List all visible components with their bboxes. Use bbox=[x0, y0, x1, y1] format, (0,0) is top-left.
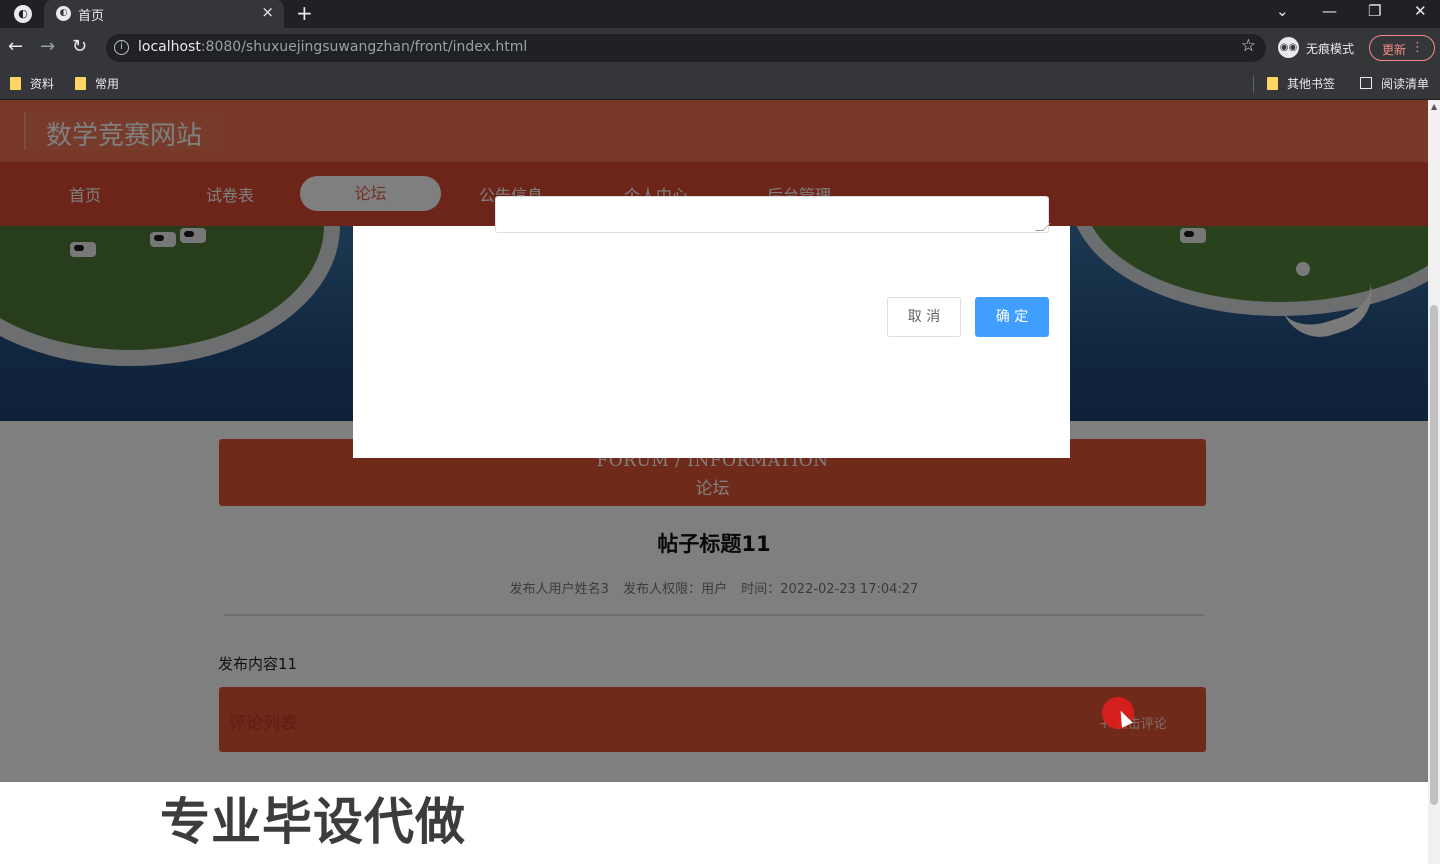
minimize-icon[interactable]: — bbox=[1322, 2, 1337, 20]
web-page: 数学竞赛网站 首页 试卷表 论坛 公告信息 个人中心 后台管理 FORUM / … bbox=[0, 100, 1428, 864]
tab-title: 首页 bbox=[78, 9, 105, 24]
more-vertical-icon: ⋮ bbox=[1411, 40, 1424, 55]
browser-tab-bar: ◐ ◐ 首页 × + ⌄ — ❐ ✕ bbox=[0, 0, 1440, 28]
folder-icon bbox=[10, 77, 21, 90]
reload-icon[interactable]: ↻ bbox=[72, 36, 87, 57]
browser-tab[interactable]: ◐ 首页 × bbox=[44, 0, 284, 28]
folder-icon bbox=[75, 77, 86, 90]
bookmarks-bar: 资料 常用 其他书签 阅读清单 bbox=[0, 68, 1440, 100]
reading-list-label: 阅读清单 bbox=[1381, 77, 1430, 91]
resize-grip-icon[interactable] bbox=[1035, 223, 1051, 231]
comment-textarea[interactable] bbox=[495, 196, 1051, 233]
page-scrollbar[interactable]: ▲ bbox=[1428, 100, 1440, 864]
info-icon[interactable]: i bbox=[114, 40, 129, 55]
back-arrow-icon[interactable]: ← bbox=[8, 36, 23, 57]
folder-icon bbox=[1267, 77, 1278, 90]
tab-favicon-icon: ◐ bbox=[56, 6, 71, 21]
scrollbar-thumb[interactable] bbox=[1430, 305, 1438, 805]
reading-list[interactable]: 阅读清单 bbox=[1360, 75, 1429, 92]
incognito-icon[interactable]: ◉◉ bbox=[1278, 37, 1299, 58]
browser-app-icon[interactable]: ◐ bbox=[14, 5, 32, 23]
bookmark-folder-1[interactable]: 资料 bbox=[10, 75, 54, 92]
comment-dialog: 取 消 确 定 bbox=[353, 196, 1070, 458]
tab-search-icon[interactable]: ⌄ bbox=[1276, 2, 1289, 20]
bookmark-label: 常用 bbox=[95, 77, 120, 91]
bookmark-folder-2[interactable]: 常用 bbox=[75, 75, 119, 92]
restore-icon[interactable]: ❐ bbox=[1368, 2, 1381, 20]
url-host: localhost bbox=[138, 39, 201, 55]
close-window-icon[interactable]: ✕ bbox=[1414, 2, 1427, 20]
new-tab-button[interactable]: + bbox=[296, 1, 313, 25]
reading-list-icon bbox=[1360, 77, 1372, 89]
update-button[interactable]: 更新 ⋮ bbox=[1369, 35, 1435, 61]
star-icon[interactable]: ☆ bbox=[1241, 36, 1256, 56]
other-bookmarks[interactable]: 其他书签 bbox=[1267, 75, 1335, 92]
address-bar[interactable]: i localhost:8080/shuxuejingsuwangzhan/fr… bbox=[106, 34, 1266, 62]
watermark-text: 专业毕设代做 bbox=[160, 793, 466, 851]
url-text[interactable]: localhost:8080/shuxuejingsuwangzhan/fron… bbox=[138, 39, 527, 55]
bookmark-separator bbox=[1253, 76, 1254, 93]
update-label: 更新 bbox=[1382, 43, 1407, 57]
incognito-label[interactable]: 无痕模式 bbox=[1306, 40, 1354, 57]
browser-toolbar: ← → ↻ i localhost:8080/shuxuejingsuwangz… bbox=[0, 28, 1440, 68]
forward-arrow-icon[interactable]: → bbox=[40, 36, 55, 57]
bookmark-label: 资料 bbox=[30, 77, 55, 91]
confirm-button[interactable]: 确 定 bbox=[975, 297, 1049, 337]
tab-close-icon[interactable]: × bbox=[261, 3, 274, 21]
cancel-button[interactable]: 取 消 bbox=[887, 297, 961, 337]
url-path: :8080/shuxuejingsuwangzhan/front/index.h… bbox=[200, 39, 528, 55]
scroll-up-icon[interactable]: ▲ bbox=[1431, 102, 1437, 111]
other-bookmarks-label: 其他书签 bbox=[1287, 77, 1336, 91]
